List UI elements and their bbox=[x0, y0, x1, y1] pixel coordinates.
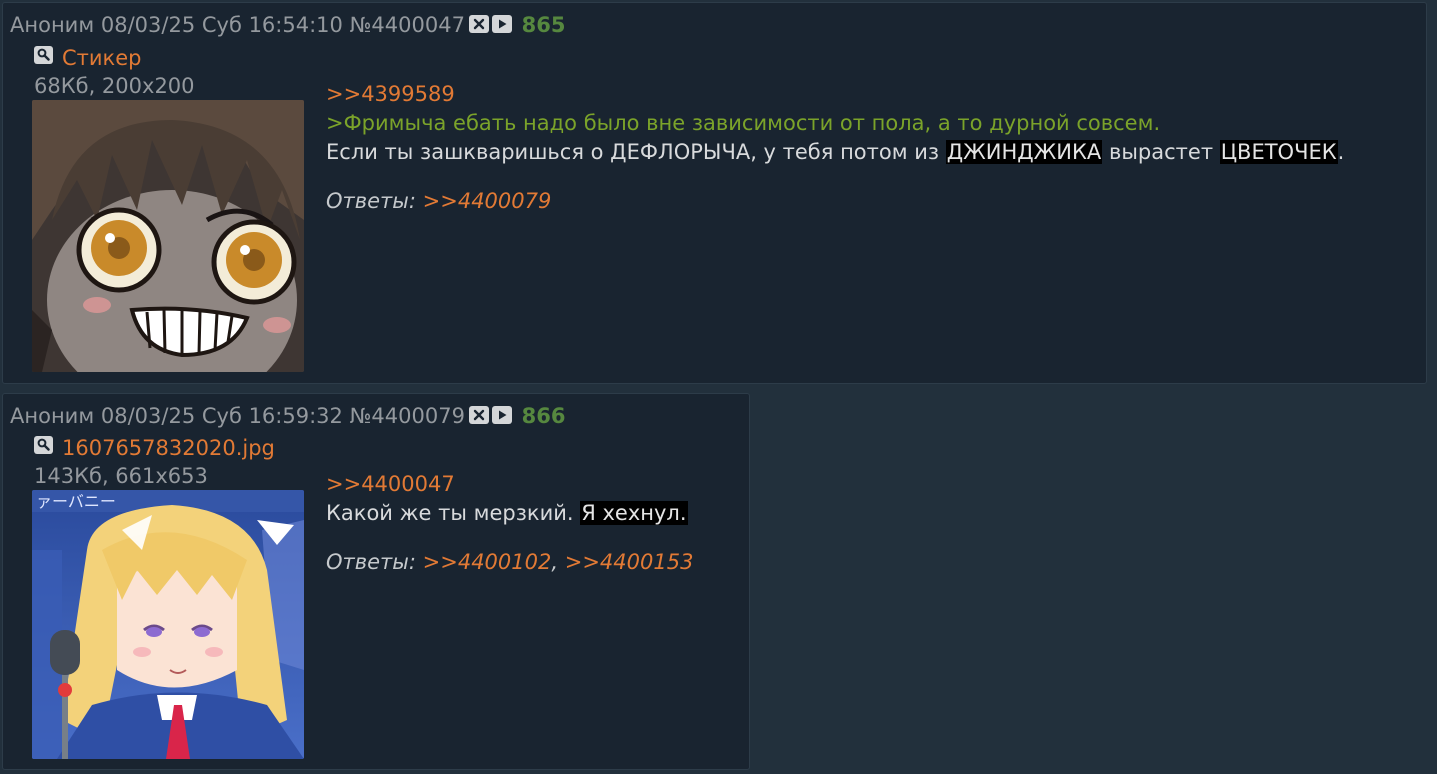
file-name-link[interactable]: Стикер bbox=[62, 46, 141, 70]
post-number[interactable]: №4400079 bbox=[350, 404, 465, 428]
comment-text: вырастет bbox=[1102, 140, 1220, 164]
reply-ref-link[interactable]: >>4400079 bbox=[423, 189, 552, 213]
post: Аноним 08/03/25 Суб 16:59:32 №4400079 86… bbox=[2, 393, 750, 770]
comment-text: Какой же ты мерзкий. bbox=[326, 501, 581, 525]
post-author: Аноним bbox=[10, 404, 95, 428]
replies-list: Ответы: >>4400079 bbox=[326, 187, 551, 216]
post-details: Аноним 08/03/25 Суб 16:59:32 №4400079 86… bbox=[10, 402, 565, 429]
search-icon[interactable] bbox=[34, 436, 53, 454]
replies-label: Ответы: bbox=[326, 189, 416, 213]
sticker-image bbox=[32, 100, 304, 372]
file-meta: 68Кб, 200x200 bbox=[34, 74, 195, 98]
reply-link[interactable]: >>4400047 bbox=[326, 472, 455, 496]
file-name-link[interactable]: 1607657832020.jpg bbox=[62, 436, 275, 460]
file-header: 1607657832020.jpg bbox=[34, 435, 275, 461]
search-icon[interactable] bbox=[34, 46, 53, 64]
greentext-quote: >Фримыча ебать надо было вне зависимости… bbox=[326, 111, 1161, 135]
svg-text:ァーバニー: ァーバニー bbox=[36, 492, 116, 511]
spoiler-text[interactable]: Я хехнул. bbox=[580, 501, 688, 525]
post: Аноним 08/03/25 Суб 16:54:10 №4400047 86… bbox=[2, 2, 1427, 384]
post-date: 08/03/25 Суб 16:59:32 bbox=[100, 404, 343, 428]
comment-text: Если ты зашкваришься о ДЕФЛОРЫЧА, у тебя… bbox=[326, 140, 946, 164]
post-count: 866 bbox=[521, 404, 566, 428]
replies-label: Ответы: bbox=[326, 550, 416, 574]
spoiler-text[interactable]: ЦВЕТОЧЕК bbox=[1219, 140, 1338, 164]
file-meta: 143Кб, 661x653 bbox=[34, 464, 208, 488]
hide-post-icon[interactable] bbox=[468, 15, 489, 33]
replies-list: Ответы: >>4400102, >>4400153 bbox=[326, 548, 693, 577]
reply-ref-link[interactable]: >>4400102 bbox=[423, 550, 552, 574]
post-comment: >>4400047 Какой же ты мерзкий. Я хехнул. bbox=[326, 470, 688, 528]
play-icon[interactable] bbox=[491, 15, 512, 33]
anime-girl-image: ァーバニー bbox=[32, 490, 304, 759]
replies-separator: , bbox=[551, 550, 565, 574]
reply-ref-link[interactable]: >>4400153 bbox=[565, 550, 694, 574]
post-comment: >>4399589 >Фримыча ебать надо было вне з… bbox=[326, 80, 1344, 167]
play-icon[interactable] bbox=[491, 406, 512, 424]
file-header: Стикер bbox=[34, 45, 141, 71]
post-author: Аноним bbox=[10, 13, 95, 37]
post-date: 08/03/25 Суб 16:54:10 bbox=[100, 13, 343, 37]
spoiler-text[interactable]: ДЖИНДЖИКА bbox=[945, 140, 1103, 164]
post-count: 865 bbox=[521, 13, 566, 37]
reply-link[interactable]: >>4399589 bbox=[326, 82, 455, 106]
post-thumbnail[interactable]: ァーバニー bbox=[32, 490, 304, 759]
hide-post-icon[interactable] bbox=[468, 406, 489, 424]
comment-text: . bbox=[1337, 140, 1345, 164]
post-number[interactable]: №4400047 bbox=[350, 13, 465, 37]
post-thumbnail[interactable] bbox=[32, 100, 304, 372]
post-details: Аноним 08/03/25 Суб 16:54:10 №4400047 86… bbox=[10, 11, 565, 38]
